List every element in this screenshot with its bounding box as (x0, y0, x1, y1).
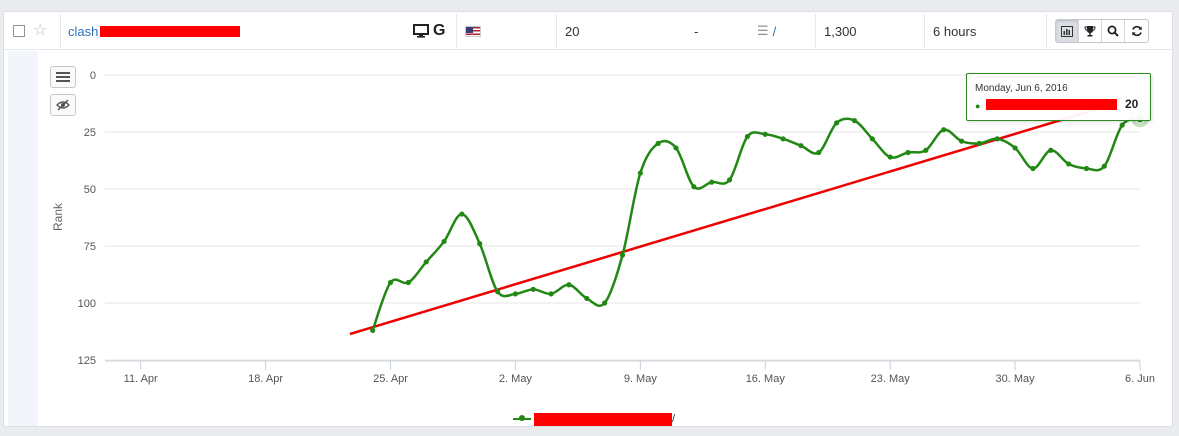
data-point (619, 252, 626, 258)
data-point (459, 211, 465, 217)
x-tick-label: 6. Jun (1125, 373, 1155, 385)
data-point (655, 140, 661, 146)
data-point (887, 154, 893, 160)
data-point (941, 127, 947, 133)
tooltip-value: 20 (1125, 97, 1139, 111)
data-point (905, 149, 911, 156)
data-point (1101, 163, 1107, 169)
data-point (387, 279, 394, 286)
data-point (1030, 165, 1036, 172)
data-point (923, 147, 929, 153)
data-point (1048, 147, 1054, 153)
y-axis-label: Rank (51, 202, 65, 231)
data-point (423, 259, 429, 265)
data-point (834, 120, 840, 126)
y-tick-label: 125 (78, 355, 96, 367)
x-tick-label: 25. Apr (373, 373, 408, 385)
data-point (602, 300, 608, 306)
data-point (762, 131, 768, 137)
data-point (494, 289, 501, 295)
data-point (1012, 145, 1018, 151)
data-point (780, 136, 786, 142)
data-point (530, 286, 536, 292)
series-line (371, 117, 1141, 331)
data-point (798, 143, 804, 149)
rank-tracker-panel: ☆ clash G 20 - ☰ / 1,300 6 hours 0 25 50… (3, 11, 1174, 428)
legend-suffix: / (672, 413, 676, 425)
redaction-bar (534, 412, 672, 426)
redaction-bar (986, 99, 1117, 110)
data-point (851, 118, 858, 124)
data-point (512, 291, 519, 297)
data-point (566, 282, 572, 288)
x-tick-label: 2. May (499, 373, 533, 385)
data-point (1119, 122, 1125, 128)
data-point (709, 179, 715, 185)
legend-series-marker (513, 415, 531, 421)
data-point (958, 138, 965, 144)
y-tick-label: 50 (84, 184, 96, 196)
x-tick-label: 16. May (746, 373, 786, 385)
y-tick-label: 0 (90, 70, 96, 82)
x-tick-label: 18. Apr (248, 373, 283, 385)
data-point (637, 170, 643, 176)
data-point (1083, 165, 1090, 172)
x-tick-label: 9. May (624, 373, 658, 385)
data-point (1066, 161, 1072, 167)
tooltip-series-dot: ● (975, 101, 981, 111)
y-tick-label: 75 (84, 241, 96, 253)
data-point (726, 177, 733, 183)
data-point (405, 279, 411, 286)
y-tick-label: 100 (78, 298, 96, 310)
data-point (584, 295, 590, 302)
tooltip-date: Monday, Jun 6, 2016 (975, 83, 1068, 94)
data-point (673, 145, 679, 151)
data-point (744, 133, 751, 140)
y-tick-label: 25 (84, 127, 96, 139)
data-point (691, 184, 697, 190)
data-point (994, 136, 1000, 142)
x-tick-label: 30. May (996, 373, 1036, 385)
chart-legend[interactable]: / (513, 410, 675, 428)
data-point (976, 140, 982, 146)
data-point (441, 238, 447, 245)
chart-tooltip: Monday, Jun 6, 2016 ● 20 (966, 73, 1151, 121)
data-point (869, 136, 875, 142)
data-point (477, 241, 483, 247)
data-point (548, 291, 554, 297)
data-point (816, 149, 822, 156)
x-tick-label: 23. May (871, 373, 911, 385)
data-point (370, 327, 376, 333)
x-tick-label: 11. Apr (124, 373, 158, 385)
